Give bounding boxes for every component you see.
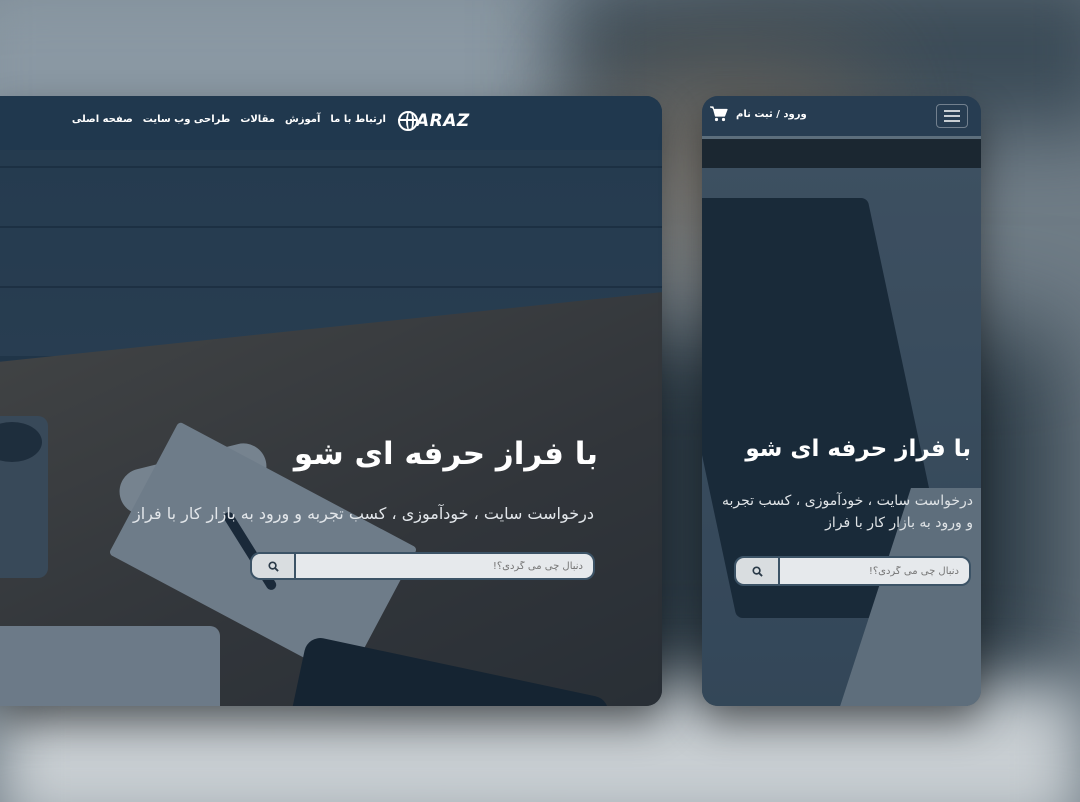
logo-text: ARAZ xyxy=(416,111,470,131)
hero-background-image xyxy=(0,96,662,706)
search-button[interactable] xyxy=(252,554,296,578)
globe-f-icon xyxy=(398,111,418,131)
nav-item-contact[interactable]: ارتباط با ما xyxy=(330,114,386,125)
mobile-divider xyxy=(702,136,981,139)
hero-title: با فراز حرفه ای شو xyxy=(293,436,598,472)
mobile-hero-subtitle: درخواست سایت ، خودآموزی ، کسب تجربه و ور… xyxy=(721,493,973,531)
search-input[interactable] xyxy=(296,554,593,578)
hamburger-icon[interactable] xyxy=(936,104,968,128)
search-icon xyxy=(751,565,763,577)
site-logo[interactable]: ARAZ xyxy=(398,111,470,131)
mobile-hero-title: با فراز حرفه ای شو xyxy=(745,436,971,462)
mobile-preview: ورود / ثبت نام با فراز حرفه ای شو درخواس… xyxy=(702,96,981,706)
desktop-search-bar xyxy=(250,552,595,580)
desktop-menu: صفحه اصلی طراحی وب سایت مقالات آموزش ارت… xyxy=(72,114,386,125)
login-register-link[interactable]: ورود / ثبت نام xyxy=(736,109,807,120)
nav-item-web-design[interactable]: طراحی وب سایت xyxy=(143,114,231,125)
mobile-search-button[interactable] xyxy=(736,558,780,584)
hero-subtitle: درخواست سایت ، خودآموزی ، کسب تجربه و ور… xyxy=(133,504,594,523)
nav-item-articles[interactable]: مقالات xyxy=(240,114,275,125)
desktop-preview: ARAZ صفحه اصلی طراحی وب سایت مقالات آموز… xyxy=(0,96,662,706)
mobile-search-bar xyxy=(734,556,971,586)
mobile-search-input[interactable] xyxy=(780,558,969,584)
cart-button[interactable] xyxy=(710,106,728,126)
cart-icon xyxy=(710,106,728,122)
mobile-dark-strip xyxy=(702,136,981,168)
nav-item-tutorials[interactable]: آموزش xyxy=(285,114,320,125)
search-icon xyxy=(267,560,279,572)
nav-item-home[interactable]: صفحه اصلی xyxy=(72,114,133,125)
desktop-navbar: ARAZ صفحه اصلی طراحی وب سایت مقالات آموز… xyxy=(0,96,662,150)
mobile-navbar: ورود / ثبت نام xyxy=(702,96,981,136)
